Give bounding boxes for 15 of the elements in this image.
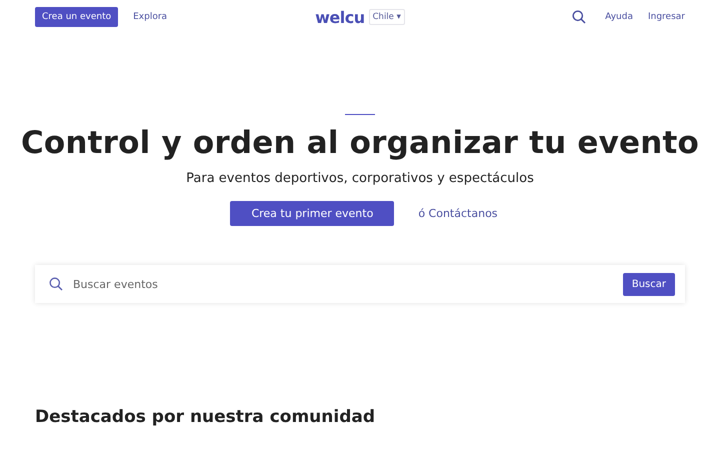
hero-title: Control y orden al organizar tu evento: [20, 125, 700, 161]
login-link[interactable]: Ingresar: [648, 12, 685, 22]
explore-link[interactable]: Explora: [133, 12, 168, 22]
create-first-event-button[interactable]: Crea tu primer evento: [230, 201, 394, 226]
create-event-button[interactable]: Crea un evento: [35, 7, 118, 27]
section-heading: Destacados por nuestra comunidad: [35, 407, 376, 427]
search-button[interactable]: Buscar: [622, 272, 675, 296]
hero-subtitle: Para eventos deportivos, corporativos y espectáculos: [186, 171, 534, 186]
search-field[interactable]: Buscar eventos: [71, 276, 615, 292]
logo[interactable]: welcu: [315, 8, 365, 26]
contact-link[interactable]: ó Contáctanos: [418, 207, 498, 220]
country-dropdown[interactable]: Chile ▾: [368, 9, 405, 25]
search-icon[interactable]: [572, 10, 586, 24]
help-link[interactable]: Ayuda: [605, 12, 633, 22]
search-icon: [49, 277, 63, 291]
